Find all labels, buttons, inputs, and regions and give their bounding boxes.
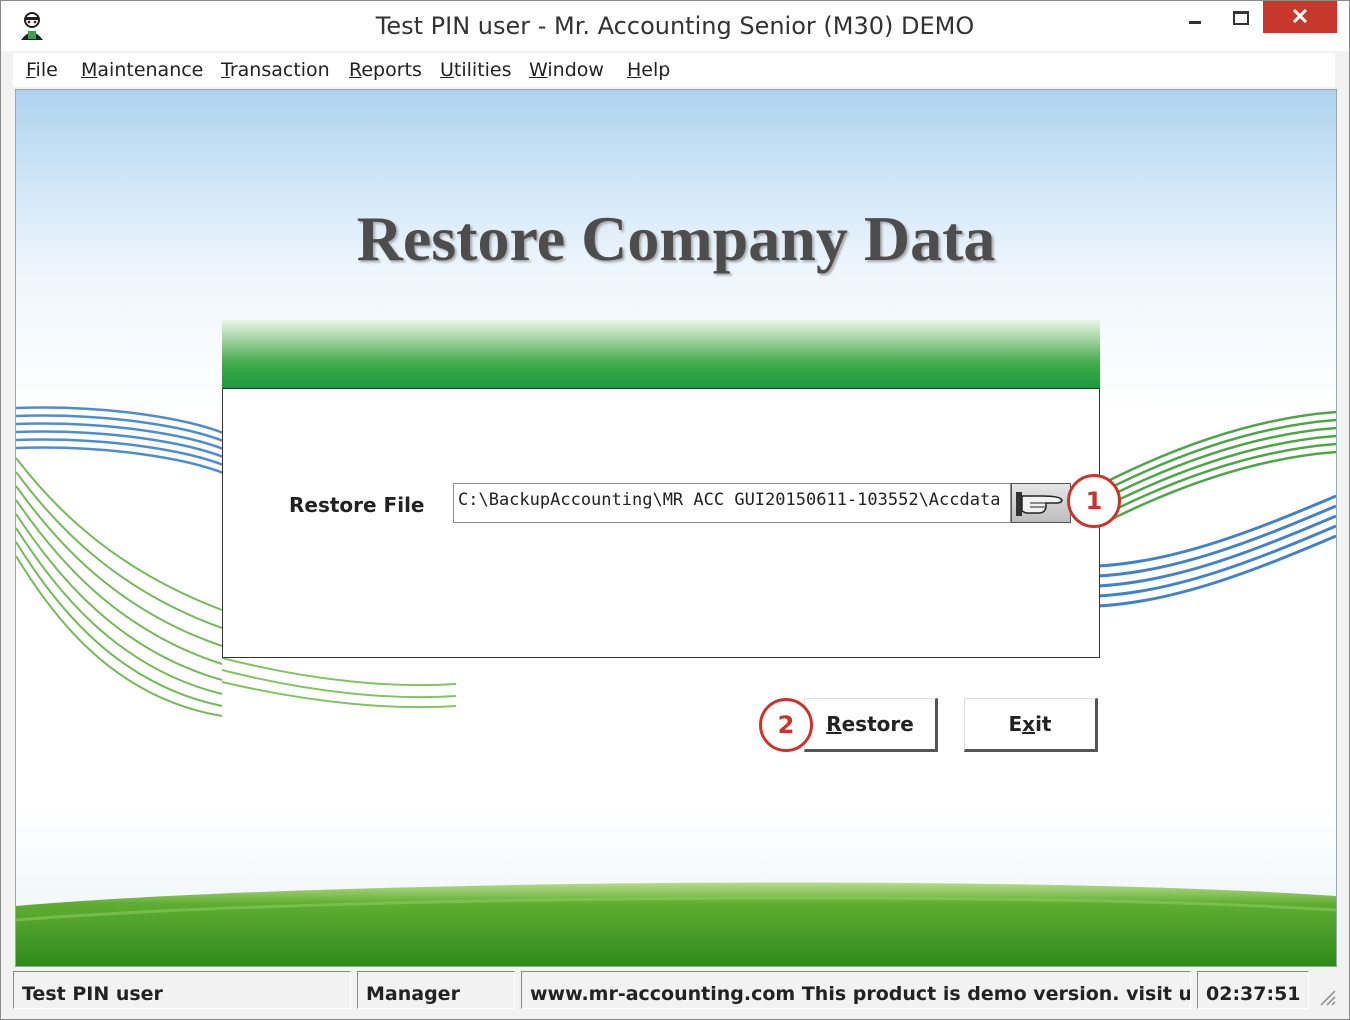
- menu-window[interactable]: Window: [529, 59, 604, 81]
- restore-file-path-input[interactable]: C:\BackupAccounting\MR ACC GUI20150611-1…: [453, 483, 1011, 523]
- exit-button-label-end: it: [1035, 712, 1052, 736]
- exit-button-accel: x: [1022, 712, 1036, 736]
- menu-maintenance[interactable]: Maintenance: [81, 59, 203, 81]
- menu-file[interactable]: File: [26, 59, 58, 81]
- menu-reports[interactable]: Reports: [349, 59, 422, 81]
- exit-button-label-start: E: [1008, 712, 1023, 736]
- title-bar: Test PIN user - Mr. Accounting Senior (M…: [1, 1, 1349, 51]
- close-button[interactable]: ✕: [1263, 1, 1337, 33]
- restore-panel: Restore File C:\BackupAccounting\MR ACC …: [222, 388, 1100, 658]
- app-window: Test PIN user - Mr. Accounting Senior (M…: [0, 0, 1350, 1020]
- minimize-button[interactable]: [1169, 1, 1219, 33]
- maximize-button[interactable]: [1219, 1, 1265, 33]
- status-message: www.mr-accounting.com This product is de…: [521, 971, 1191, 1009]
- restore-button-label: estore: [841, 712, 914, 736]
- callout-2-badge: 2: [759, 698, 813, 752]
- panel-header-bar: [222, 320, 1100, 388]
- status-time: 02:37:51 PM: [1197, 971, 1309, 1009]
- page-title: Restore Company Data: [356, 203, 996, 274]
- status-bar: Test PIN user Manager www.mr-accounting.…: [13, 969, 1337, 1013]
- window-title: Test PIN user - Mr. Accounting Senior (M…: [375, 12, 975, 40]
- menu-transaction[interactable]: Transaction: [221, 59, 330, 81]
- status-user: Test PIN user: [13, 971, 351, 1009]
- browse-button[interactable]: [1011, 483, 1071, 523]
- menu-utilities[interactable]: Utilities: [440, 59, 512, 81]
- restore-button[interactable]: Restore: [804, 698, 938, 752]
- status-role: Manager: [357, 971, 515, 1009]
- restore-file-label: Restore File: [289, 493, 425, 517]
- resize-grip-icon[interactable]: [1317, 987, 1337, 1007]
- pointing-hand-icon: [1016, 492, 1063, 516]
- menu-bar: File Maintenance Transaction Reports Uti…: [13, 53, 1335, 87]
- restore-button-accel: R: [826, 712, 842, 736]
- menu-help[interactable]: Help: [627, 59, 670, 81]
- restore-company-data-form: Restore Company Data Restore File C:\Bac…: [15, 89, 1337, 967]
- exit-button[interactable]: Exit: [964, 698, 1098, 752]
- callout-1-badge: 1: [1067, 474, 1121, 528]
